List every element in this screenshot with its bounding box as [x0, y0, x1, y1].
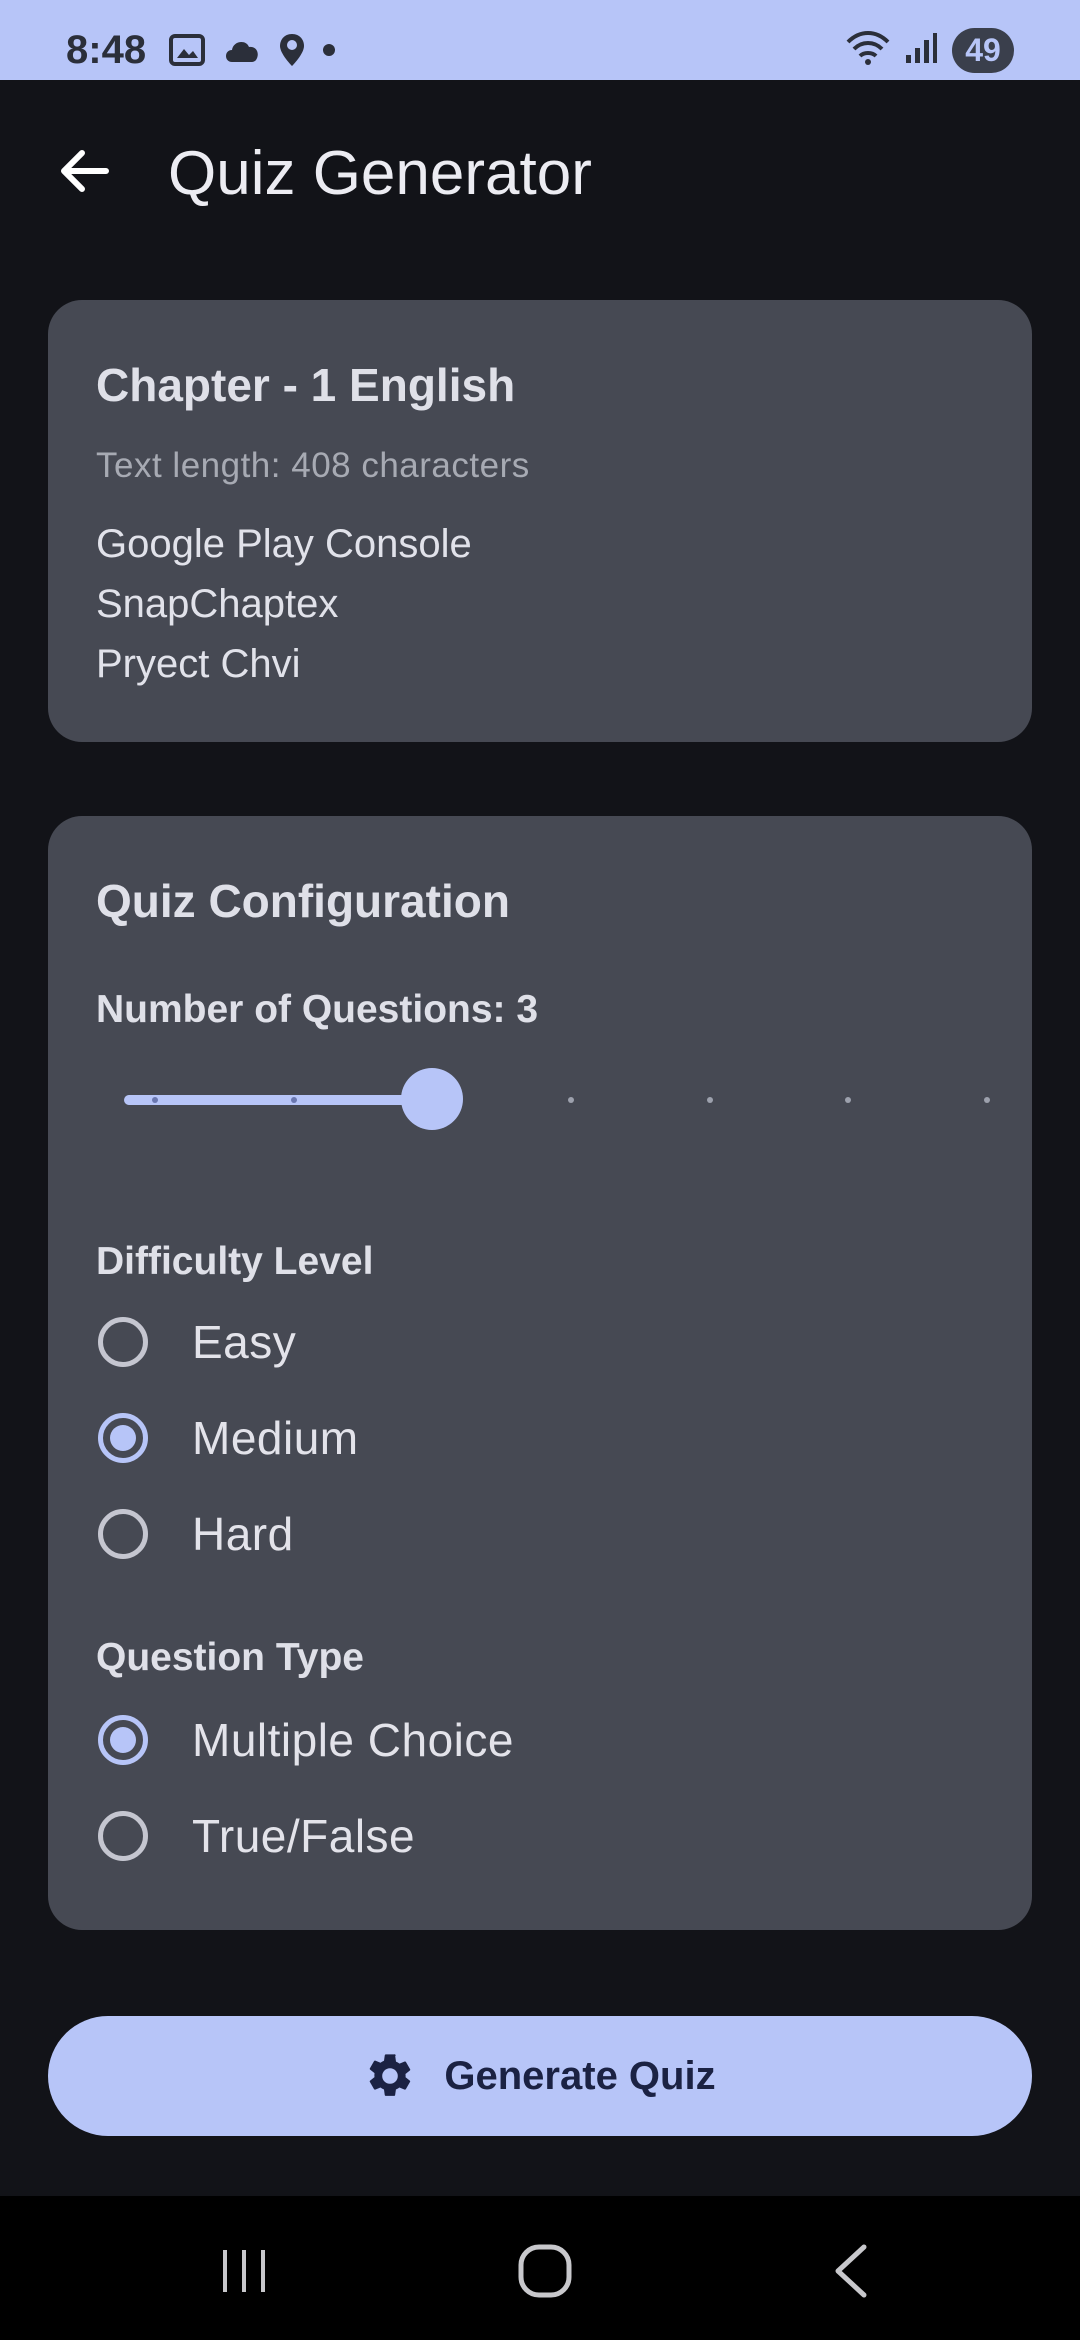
signal-icon: [904, 31, 938, 70]
status-bar: 8:48 49: [0, 0, 1080, 80]
chevron-left-icon: [835, 2244, 867, 2298]
system-back-button[interactable]: [810, 2236, 890, 2306]
slider-active-track: [124, 1095, 433, 1105]
question-count-slider[interactable]: [124, 1066, 1004, 1132]
radio-label: True/False: [192, 1810, 416, 1862]
screenshot-icon: [168, 33, 206, 72]
app-bar: Quiz Generator: [0, 80, 1080, 270]
generate-quiz-button[interactable]: Generate Quiz: [48, 2016, 1032, 2136]
radio-button[interactable]: [98, 1811, 148, 1861]
chapter-text-preview: Google Play Console SnapChaptex Pryect C…: [96, 514, 472, 694]
type-option-multiple-choice[interactable]: Multiple Choice: [96, 1700, 514, 1780]
quiz-configuration-card: Quiz Configuration Number of Questions: …: [48, 816, 1032, 1930]
system-navigation-bar: [0, 2196, 1080, 2340]
back-button[interactable]: [48, 135, 120, 207]
generate-quiz-label: Generate Quiz: [444, 2053, 716, 2098]
page-title: Quiz Generator: [168, 139, 592, 208]
difficulty-option-hard[interactable]: Hard: [96, 1494, 294, 1574]
recent-apps-button[interactable]: [204, 2236, 284, 2306]
chapter-text-line: Pryect Chvi: [96, 642, 301, 686]
slider-tick: [984, 1097, 990, 1103]
radio-button[interactable]: [98, 1509, 148, 1559]
radio-label: Hard: [192, 1508, 294, 1560]
cloud-icon: [222, 36, 262, 69]
home-icon: [518, 2244, 572, 2298]
wifi-icon: [846, 30, 890, 71]
difficulty-label: Difficulty Level: [96, 1240, 374, 1283]
status-system-icons: 49: [846, 28, 1014, 73]
chapter-card: Chapter - 1 English Text length: 408 cha…: [48, 300, 1032, 742]
status-time: 8:48: [66, 28, 147, 72]
difficulty-option-easy[interactable]: Easy: [96, 1302, 296, 1382]
gear-icon: [370, 2054, 411, 2096]
chapter-text-line: SnapChaptex: [96, 582, 339, 626]
location-icon: [278, 32, 306, 73]
battery-indicator: 49: [952, 28, 1014, 73]
number-of-questions-label: Number of Questions: 3: [96, 988, 539, 1031]
text-length-info: Text length: 408 characters: [96, 446, 530, 485]
slider-tick: [568, 1097, 574, 1103]
slider-tick: [845, 1097, 852, 1103]
radio-button[interactable]: [98, 1317, 148, 1367]
recent-apps-icon: [223, 2250, 265, 2292]
radio-button-selected[interactable]: [98, 1715, 148, 1765]
slider-tick: [152, 1097, 158, 1103]
difficulty-option-medium[interactable]: Medium: [96, 1398, 359, 1478]
radio-button-selected[interactable]: [98, 1413, 148, 1463]
radio-label: Easy: [192, 1316, 297, 1368]
status-notification-icons: [168, 32, 336, 72]
slider-thumb[interactable]: [401, 1068, 464, 1130]
dot-icon: [322, 43, 336, 62]
home-button[interactable]: [505, 2236, 585, 2306]
type-option-true-false[interactable]: True/False: [96, 1796, 415, 1876]
chapter-title: Chapter - 1 English: [96, 359, 516, 411]
slider-tick: [706, 1097, 713, 1103]
question-type-label: Question Type: [96, 1636, 364, 1679]
radio-label: Medium: [192, 1412, 359, 1464]
chapter-text-line: Google Play Console: [96, 522, 472, 566]
config-title: Quiz Configuration: [96, 875, 510, 927]
radio-label: Multiple Choice: [192, 1714, 514, 1766]
arrow-back-icon: [61, 150, 109, 192]
slider-tick: [290, 1097, 297, 1103]
